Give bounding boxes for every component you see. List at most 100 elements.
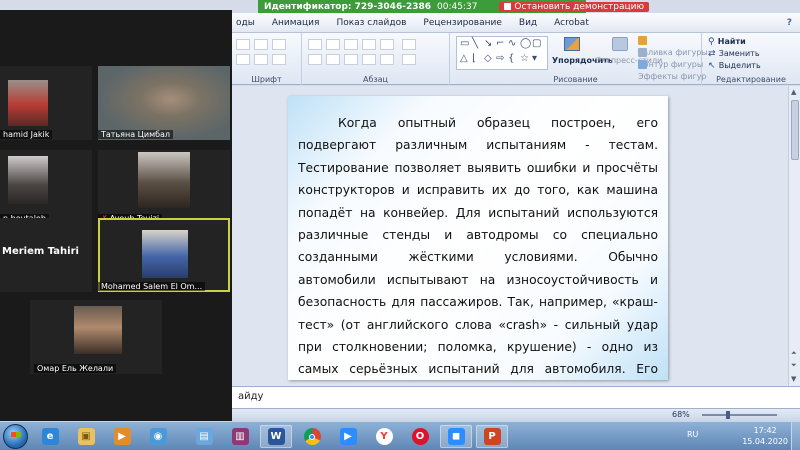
oval-shape-icon[interactable]: ◯ (520, 38, 531, 49)
language-indicator[interactable]: RU (687, 430, 698, 439)
participant-name: Татьяна Цимбал (98, 130, 174, 139)
participant-video (98, 66, 230, 140)
word-icon[interactable]: W (260, 425, 292, 448)
bullets-button[interactable] (308, 39, 322, 50)
tab-animation[interactable]: Анимация (272, 18, 320, 28)
stop-share-label: Остановить демонстрацию (514, 1, 645, 12)
scroll-down-icon[interactable]: ▼ (791, 375, 796, 383)
status-bar: 68% (232, 408, 800, 421)
start-icon[interactable] (3, 424, 28, 449)
zoom-meeting-icon[interactable]: ◼ (440, 425, 472, 448)
justify-button[interactable] (362, 54, 376, 65)
clock[interactable]: 17:42 15.04.2020 (742, 425, 788, 447)
replace-button[interactable]: ⇄ Заменить (708, 48, 760, 59)
numbering-button[interactable] (326, 39, 340, 50)
participant-tile[interactable]: n boutaleb (0, 150, 92, 224)
active-speaker-tile[interactable]: Mohamed Salem El Om... (98, 218, 230, 292)
arrow-shape-icon[interactable]: ↘ (484, 38, 492, 49)
tab-review[interactable]: Рецензирование (423, 18, 501, 28)
chrome-icon[interactable] (296, 425, 328, 448)
scrollbar-thumb[interactable] (791, 100, 799, 160)
connector-shape-icon[interactable]: ⌐ (496, 38, 504, 49)
find-button[interactable]: ⚲ Найти (708, 36, 746, 47)
font-size-up-button[interactable] (236, 39, 250, 50)
replace-icon: ⇄ (708, 49, 716, 59)
left-bracket-shape-icon[interactable]: ⌊ (472, 53, 476, 64)
photo-viewer-icon[interactable]: ▤ (188, 425, 220, 448)
express-styles-icon (612, 37, 628, 51)
arrange-icon (564, 37, 580, 51)
effects-icon (638, 60, 647, 69)
notes-pane[interactable]: айду (232, 386, 800, 408)
drawing-group-label: Рисование (553, 75, 598, 84)
participant-name: Омар Ель Желали (34, 364, 117, 373)
screen-capture-icon[interactable]: ◉ (142, 425, 174, 448)
decrease-indent-button[interactable] (344, 39, 358, 50)
rounded-rect-shape-icon[interactable]: ▢ (532, 38, 541, 49)
select-button[interactable]: ↖ Выделить (708, 60, 761, 71)
increase-indent-button[interactable] (362, 39, 376, 50)
stop-share-button[interactable]: Остановить демонстрацию (499, 1, 650, 12)
zoom-level[interactable]: 68% (672, 410, 690, 419)
participant-tile[interactable]: Meriem Tahiri (0, 218, 92, 292)
zoom-slider[interactable] (702, 411, 777, 419)
shapes-gallery[interactable]: ▭ ╲ ↘ ⌐ ∿ ◯ ▢ △ ⌊ ◇ ⇨ { ☆ ▾ (456, 36, 548, 70)
participant-tile[interactable]: Татьяна Цимбал (98, 66, 230, 140)
star-shape-icon[interactable]: ☆ (520, 53, 529, 64)
meeting-id: Идентификатор: 729-3046-2386 (264, 1, 431, 12)
participant-name: Meriem Tahiri (2, 246, 79, 257)
clear-format-button[interactable] (272, 39, 286, 50)
next-slide-icon[interactable]: ⏷ (791, 361, 797, 370)
char-spacing-button[interactable] (254, 54, 268, 65)
zoom-icon[interactable]: ▶ (332, 425, 364, 448)
fill-icon (638, 36, 647, 45)
participant-photo (142, 230, 188, 278)
line-shape-icon[interactable]: ╲ (472, 38, 478, 49)
yandex-icon[interactable]: Y (368, 425, 400, 448)
tab-slideshow[interactable]: Показ слайдов (336, 18, 406, 28)
more-shapes-icon[interactable]: ▾ (532, 53, 537, 64)
curve-shape-icon[interactable]: ∿ (508, 38, 516, 49)
opera-icon[interactable]: O (404, 425, 436, 448)
vertical-scrollbar[interactable]: ▲ ⏶ ⏷ ▼ (788, 86, 800, 386)
arrange-button[interactable]: Упорядочить (552, 36, 613, 72)
media-player-icon[interactable]: ▶ (106, 425, 138, 448)
help-icon[interactable]: ? (787, 18, 792, 28)
align-left-button[interactable] (308, 54, 322, 65)
brace-shape-icon[interactable]: { (508, 53, 514, 64)
zoom-slider-knob[interactable] (726, 411, 730, 419)
editing-group: ⚲ Найти ⇄ Заменить ↖ Выделить Редактиров… (702, 33, 800, 85)
drawing-group: ▭ ╲ ↘ ⌐ ∿ ◯ ▢ △ ⌊ ◇ ⇨ { ☆ ▾ Упорядочить … (450, 33, 708, 85)
font-color-button[interactable] (272, 54, 286, 65)
change-case-button[interactable] (236, 54, 250, 65)
prev-slide-icon[interactable]: ⏶ (791, 349, 797, 358)
current-slide[interactable]: Когда опытный образец построен, его подв… (288, 96, 668, 444)
tab-view[interactable]: Вид (519, 18, 537, 28)
participant-tile[interactable]: hamid Jakik (0, 66, 92, 140)
rectangle-shape-icon[interactable]: ▭ (460, 38, 469, 49)
winrar-icon[interactable]: ▥ (224, 425, 256, 448)
triangle-shape-icon[interactable]: △ (460, 53, 468, 64)
participant-tile[interactable]: Омар Ель Желали (30, 300, 162, 374)
show-desktop-button[interactable] (791, 422, 800, 450)
powerpoint-icon[interactable]: P (476, 425, 508, 448)
scroll-up-icon[interactable]: ▲ (791, 88, 796, 96)
line-spacing-button[interactable] (380, 39, 394, 50)
zoom-gallery-panel: hamid Jakik Татьяна Цимбал n boutaleb ✗A… (0, 10, 232, 421)
ie-icon[interactable]: e (34, 425, 66, 448)
align-center-button[interactable] (326, 54, 340, 65)
align-right-button[interactable] (344, 54, 358, 65)
text-direction-button[interactable] (402, 39, 416, 50)
participant-tile[interactable]: ✗Ayoub Touizi (98, 150, 230, 224)
diamond-shape-icon[interactable]: ◇ (484, 53, 492, 64)
ribbon-tabs: оды Анимация Показ слайдов Рецензировани… (232, 13, 800, 33)
tab-acrobat[interactable]: Acrobat (554, 18, 589, 28)
tab-design[interactable]: оды (236, 18, 255, 28)
font-size-down-button[interactable] (254, 39, 268, 50)
explorer-icon[interactable]: ▣ (70, 425, 102, 448)
columns-button[interactable] (380, 54, 394, 65)
zoom-share-bar: Идентификатор: 729-3046-2386 00:45:37 Ос… (258, 0, 650, 13)
right-arrow-shape-icon[interactable]: ⇨ (496, 53, 504, 64)
participant-photo (8, 80, 48, 126)
align-text-button[interactable] (402, 54, 416, 65)
